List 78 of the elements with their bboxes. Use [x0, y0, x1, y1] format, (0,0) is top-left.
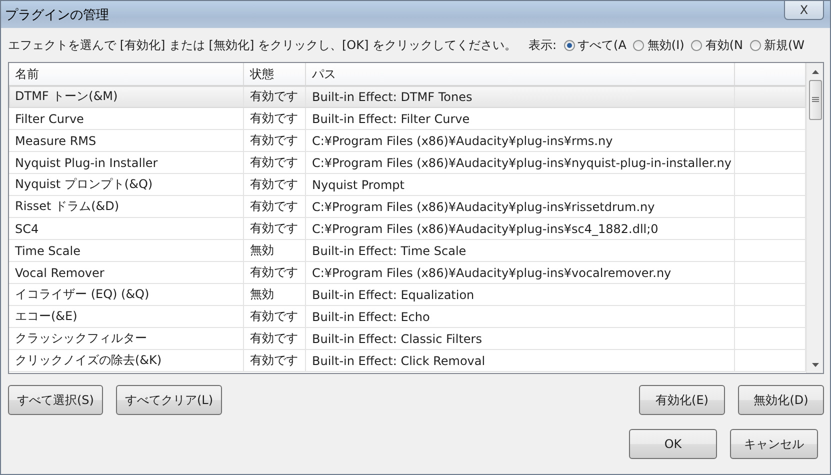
- instruction-text: エフェクトを選んで [有効化] または [無効化] をクリックし、[OK] をクリックしてください。: [8, 36, 516, 54]
- status-cell: 有効です: [244, 174, 306, 195]
- dialog-button[interactable]: すべてクリア(L): [116, 385, 222, 415]
- table-row[interactable]: クリックノイズの除去(&K) 有効です Built-in Effect: Click Removal: [9, 350, 806, 372]
- filter-radio[interactable]: すべて(A: [564, 36, 626, 54]
- plugin-name-cell: Time Scale: [9, 240, 244, 261]
- path-cell: C:¥Program Files (x86)¥Audacity¥plug-ins¥sc4_1882.dll;0: [306, 218, 735, 239]
- status-cell: 有効です: [244, 108, 306, 129]
- dialog-button[interactable]: 無効化(D): [738, 385, 824, 415]
- plugin-name-cell: Risset ドラム(&D): [9, 196, 244, 217]
- table-row[interactable]: Risset ドラム(&D) 有効です C:¥Program Files (x86)¥Audacity¥plug-ins¥rissetdrum.ny: [9, 196, 806, 218]
- dialog-button[interactable]: キャンセル: [730, 429, 818, 459]
- status-cell: 有効です: [244, 218, 306, 239]
- status-cell: 有効です: [244, 262, 306, 283]
- plugin-name-cell: SC4: [9, 218, 244, 239]
- table-row[interactable]: Nyquist プロンプト(&Q) 有効です Nyquist Prompt: [9, 174, 806, 196]
- path-cell: Built-in Effect: DTMF Tones: [306, 86, 735, 107]
- table-row[interactable]: Measure RMS 有効です C:¥Program Files (x86)¥Audacity¥plug-ins¥rms.ny: [9, 130, 806, 152]
- plugin-name-cell: Filter Curve: [9, 108, 244, 129]
- close-button[interactable]: X: [784, 1, 824, 20]
- plugin-name-cell: クラッシックフィルター: [9, 328, 244, 349]
- plugin-name-cell: Vocal Remover: [9, 262, 244, 283]
- dialog-button[interactable]: すべて選択(S): [8, 385, 103, 415]
- plugin-name-cell: Nyquist Plug-in Installer: [9, 152, 244, 173]
- status-cell: 有効です: [244, 350, 306, 371]
- radio-button[interactable]: [750, 40, 761, 50]
- window-title: プラグインの管理: [5, 6, 109, 24]
- plugin-name-cell: Measure RMS: [9, 130, 244, 151]
- scroll-thumb[interactable]: [808, 80, 822, 120]
- path-cell: C:¥Program Files (x86)¥Audacity¥plug-ins¥rms.ny: [306, 130, 735, 151]
- display-label: 表示:: [528, 36, 557, 54]
- column-header[interactable]: パス: [306, 63, 735, 85]
- scrollbar[interactable]: [806, 63, 823, 373]
- plugin-name-cell: クリックノイズの除去(&K): [9, 350, 244, 371]
- plugin-name-cell: Nyquist プロンプト(&Q): [9, 174, 244, 195]
- path-cell: Built-in Effect: Echo: [306, 306, 735, 327]
- plugin-name-cell: エコー(&E): [9, 306, 244, 327]
- dialog-button[interactable]: 有効化(E): [639, 385, 725, 415]
- path-cell: Built-in Effect: Click Removal: [306, 350, 735, 371]
- table-row[interactable]: Nyquist Plug-in Installer 有効です C:¥Program Files (x86)¥Audacity¥plug-ins¥nyquist-plug-in-installer.ny: [9, 152, 806, 174]
- radio-button[interactable]: [691, 40, 702, 50]
- path-cell: Built-in Effect: Classic Filters: [306, 328, 735, 349]
- path-cell: Built-in Effect: Equalization: [306, 284, 735, 305]
- path-cell: C:¥Program Files (x86)¥Audacity¥plug-ins¥vocalremover.ny: [306, 262, 735, 283]
- status-cell: 有効です: [244, 152, 306, 173]
- status-cell: 有効です: [244, 196, 306, 217]
- column-header[interactable]: 状態: [244, 63, 306, 85]
- table-row[interactable]: Filter Curve 有効です Built-in Effect: Filter Curve: [9, 108, 806, 130]
- filter-radio[interactable]: 新規(W: [750, 36, 805, 54]
- table-row[interactable]: クラッシックフィルター 有効です Built-in Effect: Classic Filters: [9, 328, 806, 350]
- status-cell: 有効です: [244, 306, 306, 327]
- column-header[interactable]: 名前: [9, 63, 244, 85]
- table-row[interactable]: イコライザー (EQ) (&Q) 無効 Built-in Effect: Equalization: [9, 284, 806, 306]
- status-cell: 有効です: [244, 130, 306, 151]
- scroll-down-icon[interactable]: [812, 362, 818, 366]
- filter-radio[interactable]: 有効(N: [691, 36, 743, 54]
- path-cell: Built-in Effect: Filter Curve: [306, 108, 735, 129]
- status-cell: 有効です: [244, 86, 306, 107]
- path-cell: C:¥Program Files (x86)¥Audacity¥plug-ins¥nyquist-plug-in-installer.ny: [306, 152, 735, 173]
- grip-icon: [812, 97, 818, 103]
- table-row[interactable]: DTMF トーン(&M) 有効です Built-in Effect: DTMF Tones: [9, 86, 806, 108]
- status-cell: 無効: [244, 240, 306, 261]
- path-cell: Nyquist Prompt: [306, 174, 735, 195]
- path-cell: Built-in Effect: Time Scale: [306, 240, 735, 261]
- table-row[interactable]: Time Scale 無効 Built-in Effect: Time Scale: [9, 240, 806, 262]
- status-cell: 有効です: [244, 328, 306, 349]
- plugin-name-cell: DTMF トーン(&M): [9, 86, 244, 107]
- table-row[interactable]: SC4 有効です C:¥Program Files (x86)¥Audacity¥plug-ins¥sc4_1882.dll;0: [9, 218, 806, 240]
- radio-button[interactable]: [564, 40, 575, 50]
- table-row[interactable]: Vocal Remover 有効です C:¥Program Files (x86)¥Audacity¥plug-ins¥vocalremover.ny: [9, 262, 806, 284]
- radio-button[interactable]: [633, 40, 644, 50]
- scroll-up-icon[interactable]: [812, 70, 818, 74]
- table-row[interactable]: エコー(&E) 有効です Built-in Effect: Echo: [9, 306, 806, 328]
- status-cell: 無効: [244, 284, 306, 305]
- dialog-button[interactable]: OK: [629, 429, 717, 459]
- filter-radio[interactable]: 無効(I): [633, 36, 684, 54]
- path-cell: C:¥Program Files (x86)¥Audacity¥plug-ins¥rissetdrum.ny: [306, 196, 735, 217]
- plugin-name-cell: イコライザー (EQ) (&Q): [9, 284, 244, 305]
